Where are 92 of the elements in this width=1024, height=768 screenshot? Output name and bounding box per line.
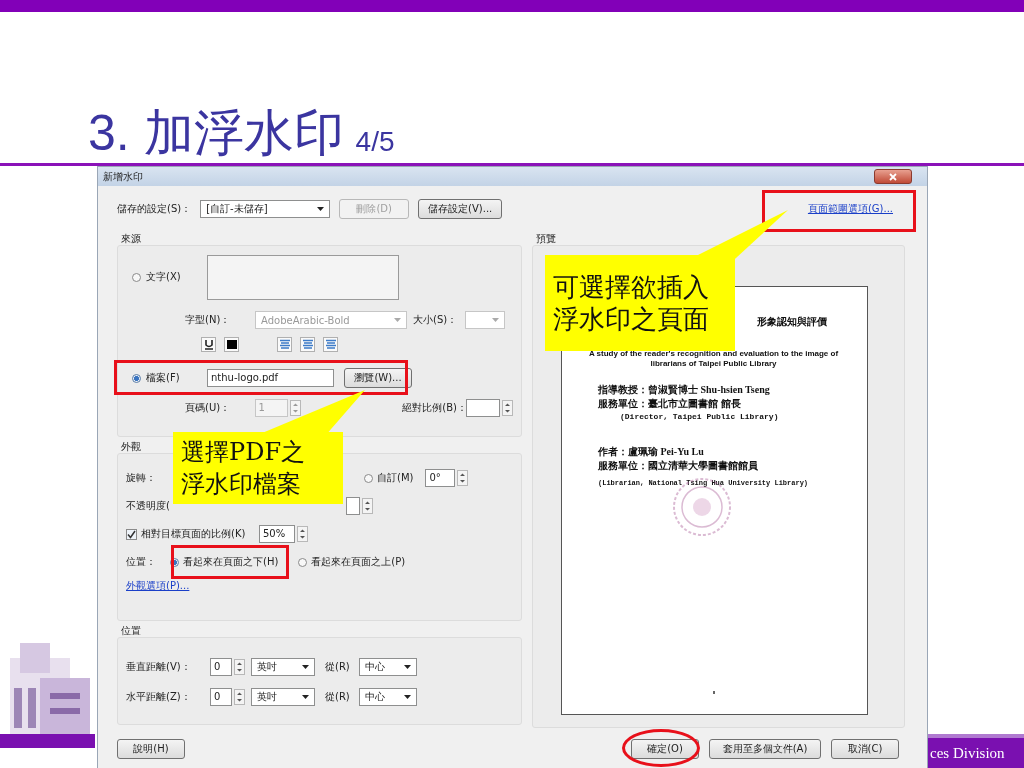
spinner-arrows-icon xyxy=(459,472,467,484)
spin-button[interactable] xyxy=(234,689,245,705)
color-swatch-icon xyxy=(226,339,237,349)
checkbox-label: 相對目標頁面的比例(K) xyxy=(141,527,247,541)
radio-label: 看起來在頁面之上(P) xyxy=(311,555,406,569)
group-title: 預覽 xyxy=(535,232,556,245)
group-title: 位置 xyxy=(120,624,141,637)
caret-icon xyxy=(492,318,500,322)
caret-icon xyxy=(394,318,401,322)
anchor-dropdown[interactable]: 中心 xyxy=(359,688,417,706)
document-text: A study of the reader's recognition and evaluation to the image of xyxy=(588,349,839,359)
field-label: 不透明度( xyxy=(126,499,170,513)
caret-icon xyxy=(404,695,411,699)
field-label: 絕對比例(B)： xyxy=(402,401,467,415)
spin-button[interactable] xyxy=(457,470,469,486)
field-label: 垂直距離(V)： xyxy=(126,660,192,674)
spinner-arrows-icon xyxy=(299,528,306,540)
radio-button[interactable] xyxy=(364,473,373,483)
radio-label: 看起來在頁面之下(H) xyxy=(183,555,279,569)
spinner-arrows-icon xyxy=(236,661,243,673)
group-title: 外觀 xyxy=(120,440,141,453)
window-title: 新增水印 xyxy=(103,169,143,184)
document-text: 作者：盧珮瑜 Pei-Yu Lu xyxy=(598,445,705,459)
align-icon xyxy=(301,338,314,350)
field-label: 大小(S)： xyxy=(413,313,458,327)
field-label: 儲存的設定(S)： xyxy=(117,202,192,216)
underline-icon xyxy=(203,338,214,350)
appearance-options-link[interactable]: 外觀選項(P)... xyxy=(126,579,190,593)
underline-button[interactable] xyxy=(201,336,216,352)
spinner-arrows-icon xyxy=(292,402,300,414)
radio-label: 檔案(F) xyxy=(146,371,180,385)
document-text: 服務單位：國立清華大學圖書館館員 xyxy=(598,459,759,473)
radio-button[interactable] xyxy=(132,272,141,282)
footer-text: ces Division xyxy=(929,744,1005,762)
file-field[interactable]: nthu-logo.pdf xyxy=(207,369,334,387)
anchor-dropdown[interactable]: 中心 xyxy=(359,658,417,676)
save-settings-button[interactable]: 儲存設定(V)... xyxy=(418,199,503,219)
page-range-link[interactable]: 頁面範圍選項(G)... xyxy=(807,202,893,216)
caret-icon xyxy=(302,665,309,669)
caret-icon xyxy=(302,695,309,699)
opacity-field[interactable] xyxy=(345,497,360,515)
scale-field[interactable]: 50% xyxy=(259,525,295,543)
field-label: 旋轉： xyxy=(126,471,156,485)
spinner-arrows-icon xyxy=(363,500,371,512)
document-text: librarians of Taipei Public Library xyxy=(650,359,777,369)
unit-dropdown[interactable]: 英吋 xyxy=(251,688,315,706)
caret-icon xyxy=(404,665,411,669)
apply-multiple-button[interactable]: 套用至多個文件(A) xyxy=(709,739,821,759)
scale-field[interactable] xyxy=(466,399,501,417)
field-label: 從(R) xyxy=(325,660,351,674)
settings-dropdown[interactable]: [自訂-未儲存] xyxy=(200,200,331,218)
field-label: 頁碼(U)： xyxy=(185,401,232,415)
spinner-arrows-icon xyxy=(236,691,243,703)
field-label: 從(R) xyxy=(325,690,351,704)
radio-button[interactable] xyxy=(298,557,308,567)
spin-button[interactable] xyxy=(234,659,245,675)
caret-icon xyxy=(317,207,325,211)
cancel-button[interactable]: 取消(C) xyxy=(831,739,899,759)
align-button[interactable] xyxy=(277,336,292,352)
help-button[interactable]: 說明(H) xyxy=(117,739,185,759)
field-label: 水平距離(Z)： xyxy=(126,690,192,704)
radio-label: 自訂(M) xyxy=(377,471,414,485)
ok-button[interactable]: 確定(O) xyxy=(631,739,699,759)
align-icon xyxy=(324,338,337,350)
spinner-arrows-icon xyxy=(504,402,512,414)
group-title: 來源 xyxy=(120,232,141,245)
document-text: 指導教授：曾淑賢博士 Shu-hsien Tseng xyxy=(598,383,771,397)
document-text: (Director, Taipei Public Library) xyxy=(619,411,780,423)
distance-field[interactable]: 0 xyxy=(210,688,232,706)
checkbox[interactable] xyxy=(126,528,137,540)
document-text: 服務單位：臺北市立圖書館 館長 xyxy=(598,397,742,411)
radio-label: 文字(X) xyxy=(146,270,181,284)
rotation-field[interactable]: 0° xyxy=(425,469,456,487)
spin-button[interactable] xyxy=(361,498,373,514)
align-icon xyxy=(278,338,291,350)
field-label: 位置： xyxy=(126,555,157,569)
color-button[interactable] xyxy=(224,336,239,352)
document-text: 形象認知與評價 xyxy=(757,315,827,329)
close-button[interactable] xyxy=(874,169,912,184)
unit-dropdown[interactable]: 英吋 xyxy=(251,658,315,676)
field-label: 字型(N)： xyxy=(185,313,232,327)
align-button[interactable] xyxy=(300,336,315,352)
align-button[interactable] xyxy=(323,336,338,352)
text-area[interactable] xyxy=(207,254,399,300)
browse-button[interactable]: 瀏覽(W)... xyxy=(344,368,412,388)
radio-button[interactable] xyxy=(132,373,141,383)
close-icon xyxy=(888,172,898,181)
distance-field[interactable]: 0 xyxy=(210,658,232,676)
slide-title: 3. 加浮水印 xyxy=(88,104,344,163)
spin-button[interactable] xyxy=(297,526,308,542)
page-indicator: 4/5 xyxy=(355,125,395,159)
spin-button[interactable] xyxy=(502,400,513,416)
